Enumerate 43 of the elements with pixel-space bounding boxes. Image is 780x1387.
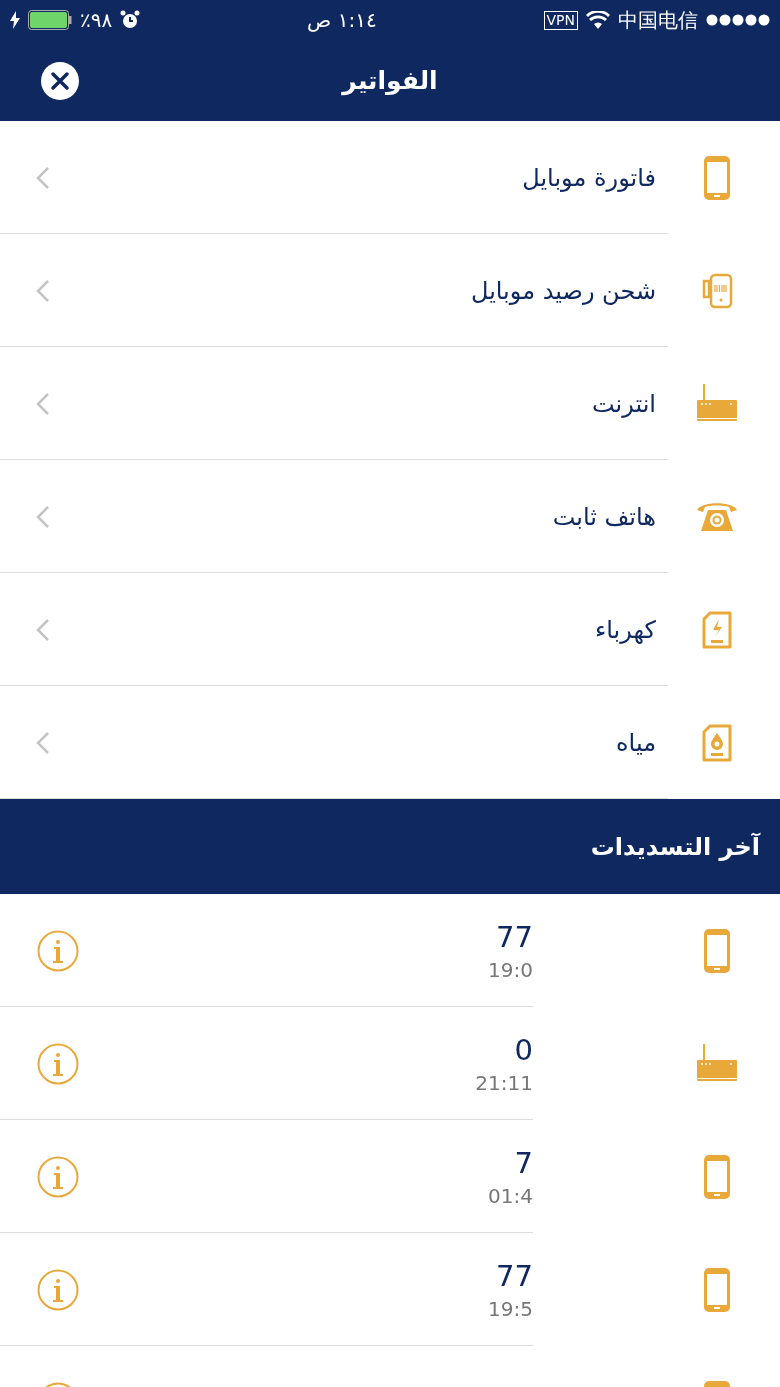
bill-category-item[interactable]: هاتف ثابت	[50, 502, 682, 531]
payment-amount: 77	[496, 1258, 533, 1293]
payment-amount: 77	[496, 919, 533, 954]
payment-amount: 7	[514, 1145, 533, 1180]
payment-time: 01:4	[488, 1183, 533, 1208]
close-button[interactable]	[41, 61, 79, 100]
payment-amount: 0	[514, 1032, 533, 1067]
payment-time: 19:5	[488, 1296, 533, 1321]
router-icon	[696, 383, 738, 424]
bill-category-item[interactable]: شحن رصيد موبايل	[50, 276, 682, 305]
router-icon	[696, 1043, 738, 1084]
lightning-document-icon	[702, 610, 732, 649]
section-title: آخر التسديدات	[590, 832, 760, 861]
telephone-icon	[696, 500, 738, 533]
info-icon[interactable]	[37, 1268, 79, 1311]
chevron-icon	[36, 504, 50, 529]
carrier-name: 中国电信	[618, 6, 698, 34]
chevron-icon	[36, 617, 50, 642]
info-icon[interactable]	[37, 1155, 79, 1198]
chevron-icon	[36, 730, 50, 755]
bill-category-item[interactable]: فاتورة موبايل	[50, 163, 682, 192]
chevron-icon	[36, 391, 50, 416]
info-icon[interactable]	[37, 1042, 79, 1085]
bill-category-item[interactable]: كهرباء	[50, 615, 682, 644]
chevron-icon	[36, 165, 50, 190]
info-icon[interactable]	[37, 929, 79, 972]
water-drop-document-icon	[702, 723, 732, 762]
battery-percent: ٪٩٨	[80, 8, 113, 32]
wifi-icon	[586, 11, 610, 29]
phone-barcode-icon	[701, 272, 733, 309]
payment-time: 21:11	[475, 1070, 533, 1095]
close-icon	[50, 70, 70, 91]
bill-category-item[interactable]: مياه	[50, 728, 682, 757]
alarm-icon	[120, 10, 141, 30]
bill-category-item[interactable]: انترنت	[50, 389, 682, 418]
screen-title: الفواتير	[342, 66, 438, 95]
chevron-icon	[36, 278, 50, 303]
vpn-indicator: VPN	[543, 10, 578, 30]
charging-icon	[10, 11, 20, 29]
clock-time: ١:١٤ ص	[307, 8, 377, 32]
battery-icon	[28, 10, 72, 30]
payment-time: 19:0	[488, 957, 533, 982]
signal-icon	[706, 14, 770, 26]
